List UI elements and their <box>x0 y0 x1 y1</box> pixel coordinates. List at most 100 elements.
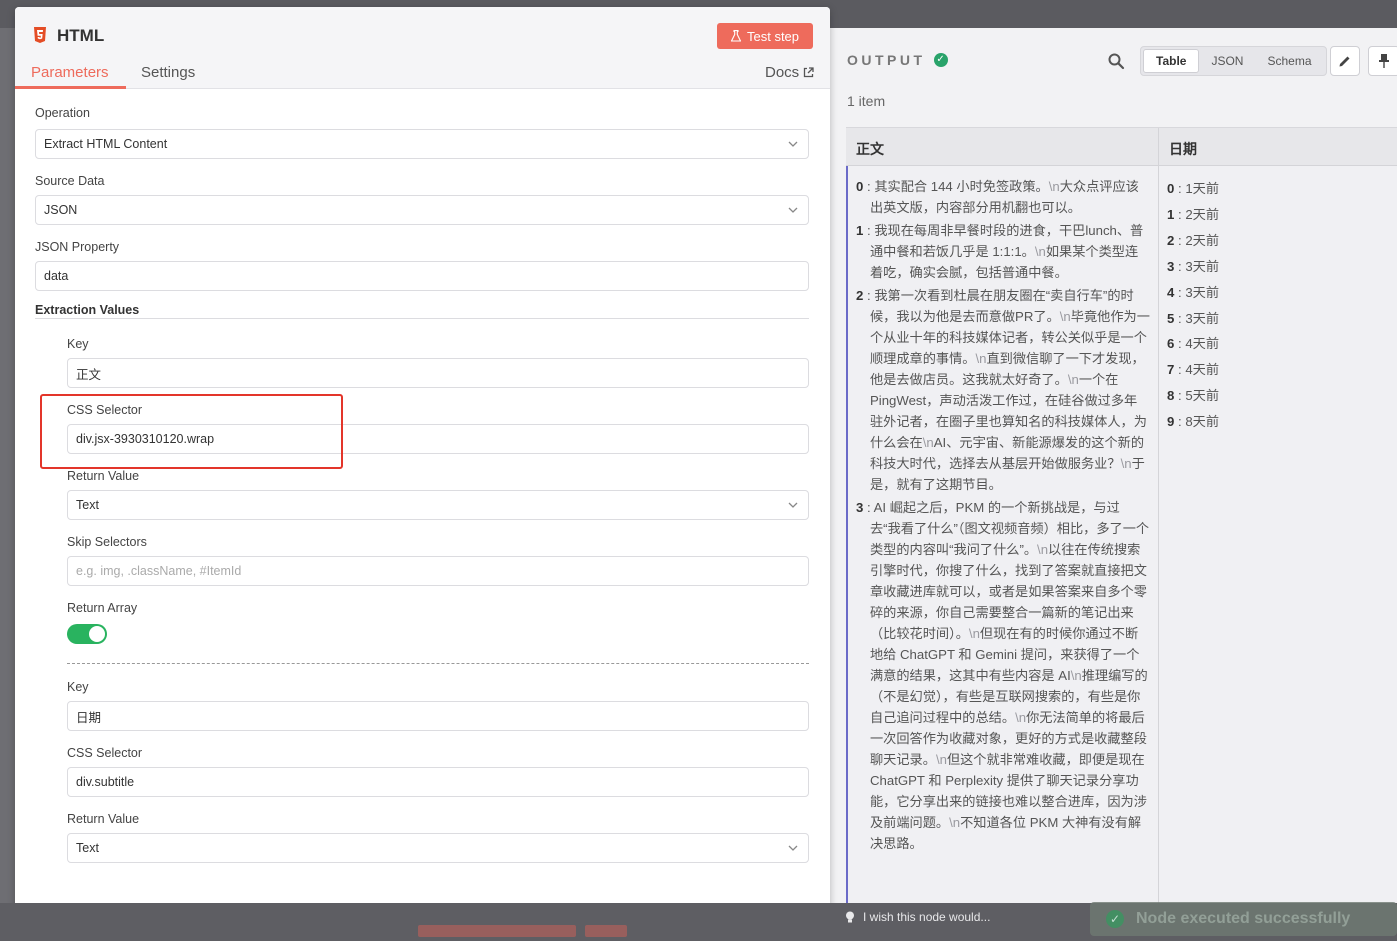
source-data-select[interactable]: JSON <box>35 195 809 225</box>
newline-marker: \n <box>949 815 961 830</box>
css-selector-value: div.subtitle <box>76 775 135 789</box>
entry-index: 4 <box>1167 284 1175 300</box>
view-tab-schema[interactable]: Schema <box>1255 49 1323 73</box>
tab-settings[interactable]: Settings <box>141 64 195 81</box>
date-cell-entry: 3 : 3天前 <box>1167 258 1220 274</box>
source-data-value: JSON <box>44 203 78 217</box>
return-value-label: Return Value <box>67 469 140 483</box>
operation-select[interactable]: Extract HTML Content <box>35 129 809 159</box>
date-cell-entry: 5 : 3天前 <box>1167 310 1220 326</box>
body-cell-entry: 2 : 我第一次看到杜晨在朋友圈在“卖自行车”的时候，我以为他是去而意做PR了。… <box>856 288 1150 492</box>
date-value: 2天前 <box>1185 206 1220 222</box>
newline-marker: \n <box>935 752 947 767</box>
section-divider <box>35 318 809 319</box>
column-header-body: 正文 <box>846 128 1159 166</box>
return-value-select[interactable]: Text <box>67 490 809 520</box>
key-input[interactable]: 日期 <box>67 701 809 731</box>
newline-marker: \n <box>1034 244 1046 259</box>
entry-index: 0 <box>1167 181 1175 196</box>
view-tab-table[interactable]: Table <box>1143 49 1200 73</box>
return-value-select[interactable]: Text <box>67 833 809 863</box>
entry-index: 2 <box>1167 232 1175 248</box>
external-link-icon <box>804 67 814 78</box>
json-property-value: data <box>44 269 69 283</box>
newline-marker: \n <box>968 626 980 641</box>
entry-index: 2 <box>856 288 864 303</box>
pin-output-button[interactable] <box>1368 46 1397 76</box>
operation-label: Operation <box>35 106 90 120</box>
key-label: Key <box>67 680 89 694</box>
json-property-input[interactable]: data <box>35 261 809 291</box>
lightbulb-icon <box>846 911 854 922</box>
panel-header: HTML Test step Parameters Settings Docs <box>15 7 830 89</box>
feedback-prompt[interactable]: I wish this node would... <box>845 910 990 924</box>
entry-index: 7 <box>1167 362 1175 378</box>
return-array-label: Return Array <box>67 601 138 615</box>
newline-marker: \n <box>1015 710 1027 725</box>
date-value: 3天前 <box>1185 310 1220 326</box>
date-value: 2天前 <box>1185 232 1220 248</box>
date-value: 4天前 <box>1185 362 1220 378</box>
annotation-highlight-box <box>40 394 343 469</box>
newline-marker: \n <box>1067 372 1079 387</box>
newline-marker: \n <box>1048 179 1060 194</box>
edit-output-button[interactable] <box>1330 46 1360 76</box>
test-step-button[interactable]: Test step <box>717 23 813 49</box>
output-title: OUTPUT ✓ <box>847 52 948 68</box>
body-cell-entry: 3 : AI 崛起之后，PKM 的一个新挑战是，与过去“我看了什么”（图文视频音… <box>856 500 1150 851</box>
chevron-down-icon <box>788 141 798 147</box>
docs-label: Docs <box>765 64 800 81</box>
chevron-down-icon <box>788 207 798 213</box>
json-property-label: JSON Property <box>35 240 120 254</box>
key-value: 日期 <box>76 710 102 725</box>
entry-index: 3 <box>856 500 864 515</box>
entry-index: 1 <box>1167 206 1175 222</box>
date-value: 5天前 <box>1185 388 1220 404</box>
extraction-values-label: Extraction Values <box>35 303 140 317</box>
node-title: HTML <box>57 26 105 45</box>
return-value-label: Return Value <box>67 812 140 826</box>
key-input[interactable]: 正文 <box>67 358 809 388</box>
node-parameters-panel: HTML Test step Parameters Settings Docs … <box>15 7 830 928</box>
docs-link[interactable]: Docs <box>765 64 814 81</box>
newline-marker: \n <box>1070 668 1082 683</box>
output-panel: OUTPUT ✓ Table JSON Schema 1 item 正文 日期 … <box>829 28 1397 918</box>
success-toast: ✓ Node executed successfully <box>1090 902 1397 936</box>
tab-parameters[interactable]: Parameters <box>31 64 109 81</box>
check-circle-icon: ✓ <box>1106 910 1124 928</box>
skip-selectors-input[interactable]: e.g. img, .className, #ItemId <box>67 556 809 586</box>
search-icon[interactable] <box>1107 52 1125 70</box>
date-value: 3天前 <box>1185 284 1220 300</box>
entry-index: 5 <box>1167 310 1175 326</box>
chevron-down-icon <box>788 845 798 851</box>
return-array-toggle[interactable] <box>67 624 107 644</box>
return-value-value: Text <box>76 498 99 512</box>
key-value: 正文 <box>76 367 102 382</box>
newline-marker: \n <box>1059 309 1071 324</box>
newline-marker: \n <box>975 351 987 366</box>
toast-message: Node executed successfully <box>1136 910 1351 927</box>
date-cell-entry: 4 : 3天前 <box>1167 284 1220 300</box>
entry-index: 0 <box>856 179 864 194</box>
css-selector-input[interactable]: div.subtitle <box>67 767 809 797</box>
view-tab-json[interactable]: JSON <box>1199 49 1255 73</box>
date-cell-entry: 6 : 4天前 <box>1167 336 1220 352</box>
canvas-button-behind <box>418 925 576 937</box>
skip-selectors-label: Skip Selectors <box>67 535 147 549</box>
entry-index: 6 <box>1167 336 1175 352</box>
test-step-label: Test step <box>746 28 800 44</box>
date-value: 4天前 <box>1185 336 1220 352</box>
return-value-value: Text <box>76 841 99 855</box>
success-check-icon: ✓ <box>933 53 948 67</box>
date-cell-entry: 8 : 5天前 <box>1167 388 1220 404</box>
output-title-text: OUTPUT <box>847 52 926 68</box>
body-column: 0 : 其实配合 144 小时免签政策。\n大众点评应该出英文版，内容部分用机翻… <box>846 166 1159 918</box>
canvas-button-behind <box>585 925 627 937</box>
newline-marker: \n <box>1037 542 1049 557</box>
newline-marker: \n <box>1120 456 1132 471</box>
html5-icon <box>34 27 46 43</box>
chevron-down-icon <box>788 502 798 508</box>
flask-icon <box>730 30 741 42</box>
date-value: 3天前 <box>1185 258 1220 274</box>
entry-text: 其实配合 144 小时免签政策。 <box>874 179 1049 194</box>
